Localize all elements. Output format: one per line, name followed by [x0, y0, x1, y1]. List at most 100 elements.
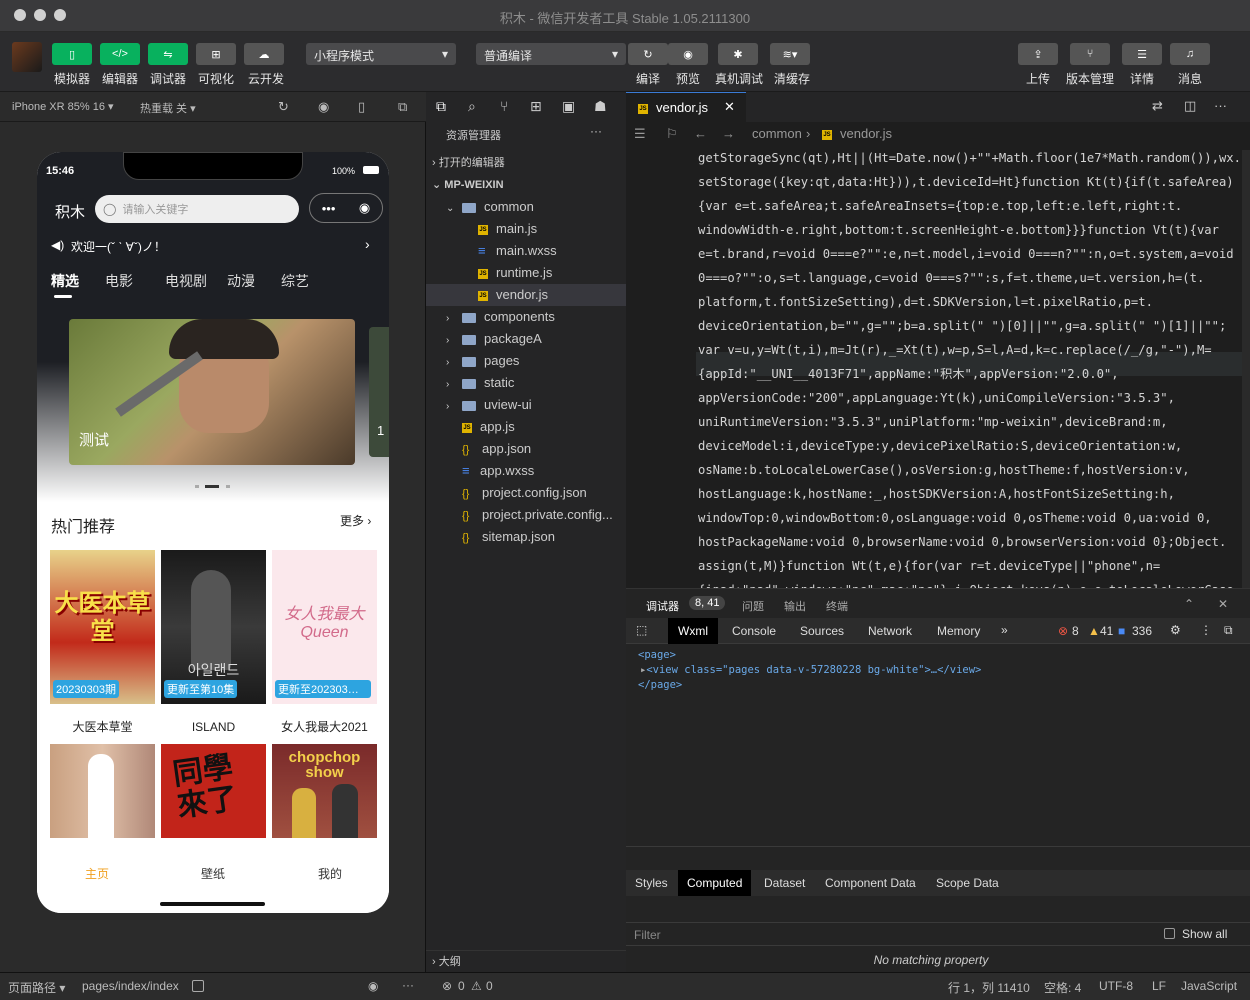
- gear-icon[interactable]: ⚙: [1170, 623, 1181, 637]
- tab-sources[interactable]: Sources: [800, 624, 844, 638]
- more-tabs-icon[interactable]: »: [1001, 623, 1008, 637]
- device-select[interactable]: iPhone XR 85% 16 ▾: [12, 100, 114, 113]
- tab-scope-data[interactable]: Scope Data: [936, 876, 999, 890]
- bookmark-icon[interactable]: ⚐: [666, 126, 678, 142]
- code-line[interactable]: deviceModel:i,deviceType:y,devicePixelRa…: [698, 434, 1248, 458]
- nav-wallpaper[interactable]: 壁纸: [201, 865, 225, 882]
- editor-toggle-icon[interactable]: </>: [100, 43, 140, 65]
- popout-icon[interactable]: ⧉: [398, 99, 407, 115]
- tab-movie[interactable]: 电影: [105, 271, 165, 291]
- code-line[interactable]: 0===o?"":o,s=t.language,c=void 0===s?"":…: [698, 266, 1248, 290]
- stop-icon[interactable]: ◉: [318, 99, 329, 115]
- tree-item[interactable]: {} project.config.json: [426, 482, 626, 504]
- more-actions-icon[interactable]: ···: [590, 124, 602, 138]
- copy-icon[interactable]: [192, 980, 204, 995]
- capsule-menu[interactable]: ••• ◉: [309, 193, 383, 223]
- card-image-3[interactable]: 女人我最大 Queen 更新至202303…: [272, 550, 377, 704]
- line-ending[interactable]: LF: [1152, 979, 1166, 993]
- code-line[interactable]: windowWidth-e.right,bottom:t.screenHeigh…: [698, 218, 1248, 242]
- tree-item[interactable]: JS runtime.js: [426, 262, 626, 284]
- preview-eye-icon[interactable]: ◉: [668, 43, 708, 65]
- details-menu-icon[interactable]: ☰: [1122, 43, 1162, 65]
- tab-memory[interactable]: Memory: [937, 624, 980, 638]
- cloud-dev-icon[interactable]: ☁: [244, 43, 284, 65]
- tree-item[interactable]: {} project.private.config...: [426, 504, 626, 526]
- split-editor-icon[interactable]: ◫: [1184, 98, 1196, 114]
- tree-item[interactable]: › components: [426, 306, 626, 328]
- scrollbar[interactable]: [1242, 150, 1250, 588]
- close-capsule-icon[interactable]: ◉: [359, 200, 370, 216]
- save-icon[interactable]: ▣: [562, 98, 575, 115]
- more-actions-icon[interactable]: ···: [402, 978, 414, 992]
- compile-select[interactable]: 普通编译 ▾: [476, 43, 626, 65]
- tab-console[interactable]: Console: [732, 624, 776, 638]
- tree-item[interactable]: › static: [426, 372, 626, 394]
- code-content[interactable]: getStorageSync(qt),Ht||(Ht=Date.now()+""…: [698, 146, 1248, 602]
- tab-styles[interactable]: Styles: [635, 876, 668, 890]
- page-path-select[interactable]: 页面路径 ▾: [8, 979, 65, 996]
- tree-item[interactable]: {} sitemap.json: [426, 526, 626, 548]
- tree-item[interactable]: › uview-ui: [426, 394, 626, 416]
- tree-item[interactable]: ≡ app.wxss: [426, 460, 626, 482]
- code-line[interactable]: windowTop:0,windowBottom:0,osLanguage:vo…: [698, 506, 1248, 530]
- tab-debugger[interactable]: 调试器: [646, 598, 679, 614]
- tab-featured[interactable]: 精选: [51, 271, 105, 291]
- code-line[interactable]: osName:b.toLocaleLowerCase(),osVersion:g…: [698, 458, 1248, 482]
- more-actions-icon[interactable]: ···: [1214, 98, 1227, 113]
- more-dots-icon[interactable]: •••: [322, 201, 336, 216]
- visual-label[interactable]: 可视化: [188, 70, 244, 87]
- version-label[interactable]: 版本管理: [1060, 70, 1120, 87]
- simulator-toggle-icon[interactable]: ▯: [52, 43, 92, 65]
- search-icon[interactable]: ⌕: [468, 98, 476, 115]
- search-bar[interactable]: ◯ 请输入关键字: [95, 195, 299, 223]
- tab-variety[interactable]: 综艺: [281, 271, 331, 291]
- language-mode[interactable]: JavaScript: [1181, 979, 1237, 993]
- tree-item[interactable]: JS vendor.js: [426, 284, 626, 306]
- tree-item[interactable]: › pages: [426, 350, 626, 372]
- list-icon[interactable]: ☰: [634, 126, 646, 142]
- page-path[interactable]: pages/index/index: [82, 979, 179, 993]
- tree-item[interactable]: JS main.js: [426, 218, 626, 240]
- visual-toggle-icon[interactable]: ⊞: [196, 43, 236, 65]
- kebab-menu-icon[interactable]: ⋮: [1200, 623, 1212, 637]
- clear-cache-label[interactable]: 清缓存: [764, 70, 820, 87]
- banner-image[interactable]: 测试: [69, 319, 355, 465]
- tab-wxml[interactable]: Wxml: [668, 618, 718, 644]
- card-image-6[interactable]: chopchop show: [272, 744, 377, 838]
- tab-output[interactable]: 输出: [784, 598, 806, 614]
- extensions-icon[interactable]: ⊞: [530, 98, 542, 115]
- code-line[interactable]: assign(t,M)}function Wt(t,e){for(var r=t…: [698, 554, 1248, 578]
- indentation[interactable]: 空格: 4: [1044, 979, 1081, 996]
- more-link[interactable]: 更多 ›: [340, 512, 371, 529]
- problems-warnings[interactable]: 0: [486, 979, 493, 993]
- card-image-5[interactable]: 同學來了: [161, 744, 266, 838]
- code-line[interactable]: appVersionCode:"200",appLanguage:Yt(k),u…: [698, 386, 1248, 410]
- forward-arrow-icon[interactable]: →: [722, 126, 735, 141]
- filter-input[interactable]: Filter: [634, 928, 661, 942]
- messages-bell-icon[interactable]: ♫: [1170, 43, 1210, 65]
- code-line[interactable]: hostLanguage:k,hostName:_,hostSDKVersion…: [698, 482, 1248, 506]
- info-count[interactable]: 336: [1132, 624, 1152, 638]
- cursor-position[interactable]: 行 1，列 11410: [948, 979, 1030, 996]
- upload-icon[interactable]: ⇪: [1018, 43, 1058, 65]
- back-arrow-icon[interactable]: ←: [694, 126, 707, 141]
- tree-item[interactable]: {} app.json: [426, 438, 626, 460]
- dock-icon[interactable]: ⧉: [1224, 623, 1233, 638]
- code-line[interactable]: {var e=t.safeArea;t.safeAreaInsets={top:…: [698, 194, 1248, 218]
- tree-item[interactable]: › packageA: [426, 328, 626, 350]
- card-image-1[interactable]: 大医本草堂 20230303期: [50, 550, 155, 704]
- debugger-toggle-icon[interactable]: ⇋: [148, 43, 188, 65]
- docker-icon[interactable]: ☗: [594, 98, 607, 115]
- code-line[interactable]: platform,t.fontSizeSetting),d=t.SDKVersi…: [698, 290, 1248, 314]
- card-image-4[interactable]: [50, 744, 155, 838]
- code-line[interactable]: deviceOrientation,b="",g="";b=a.split(" …: [698, 314, 1248, 338]
- tab-terminal[interactable]: 终端: [826, 598, 848, 614]
- project-section[interactable]: ⌄ MP-WEIXIN: [426, 174, 626, 196]
- nav-mine[interactable]: 我的: [318, 865, 342, 882]
- compile-refresh-icon[interactable]: ↻: [628, 43, 668, 65]
- clear-cache-layers-icon[interactable]: ≋▾: [770, 43, 810, 65]
- refresh-icon[interactable]: ↻: [278, 99, 289, 115]
- code-line[interactable]: getStorageSync(qt),Ht||(Ht=Date.now()+""…: [698, 146, 1248, 170]
- tree-item[interactable]: ⌄ common: [426, 196, 626, 218]
- eye-icon[interactable]: ◉: [368, 979, 378, 993]
